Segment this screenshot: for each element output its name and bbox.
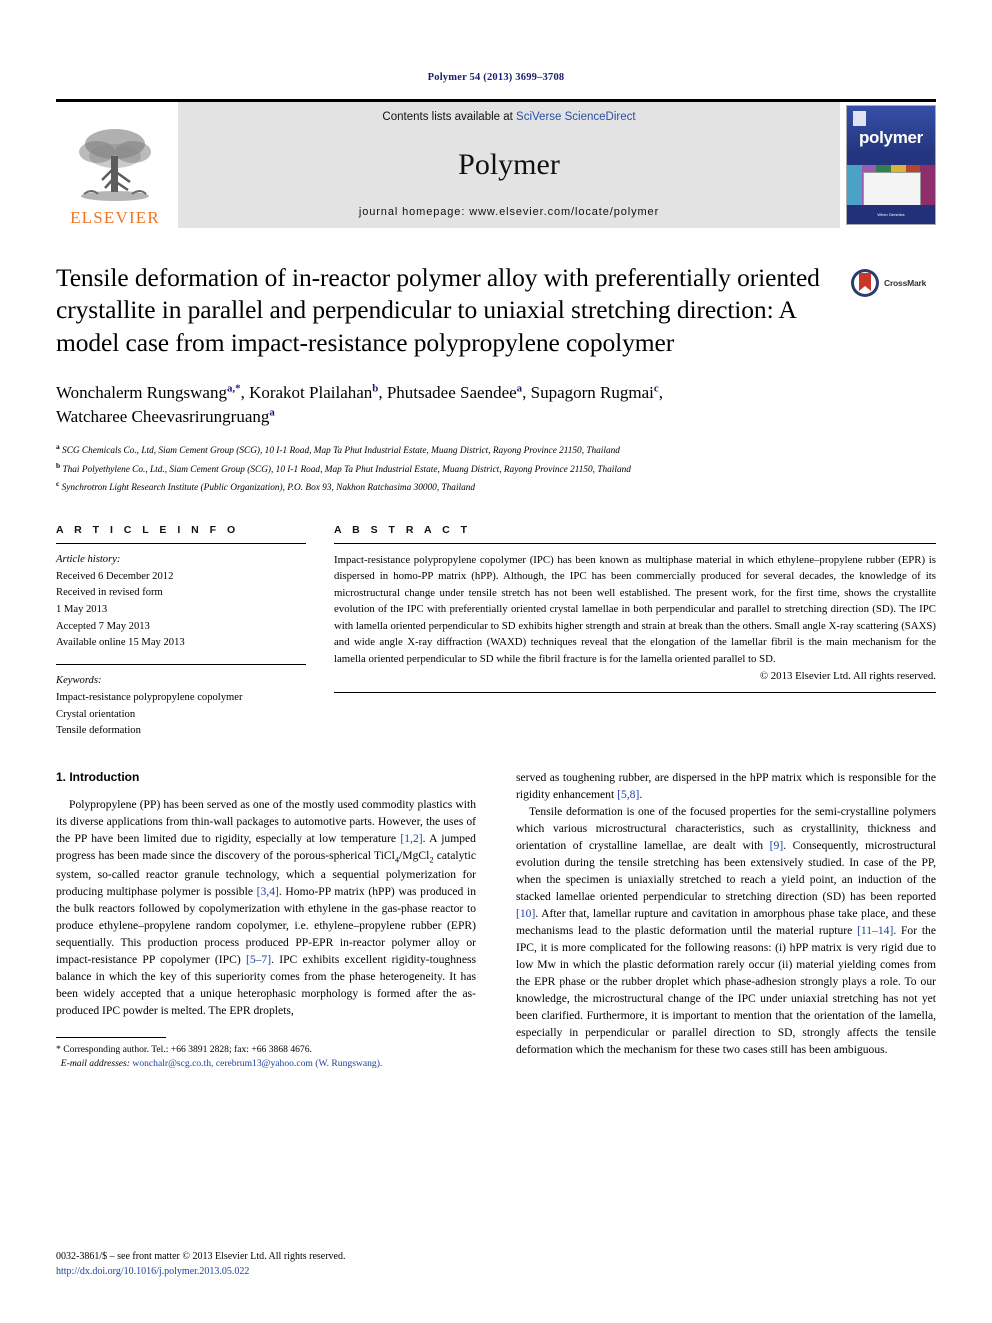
footnote-rule [56, 1036, 166, 1038]
crossmark-badge[interactable]: CrossMark [850, 262, 936, 298]
history-item: 1 May 2013 [56, 604, 108, 615]
author-list: Wonchalerm Rungswanga,*, Korakot Plailah… [56, 381, 936, 429]
page-footer: 0032-3861/$ – see front matter © 2013 El… [56, 1249, 345, 1279]
intro-paragraph-left: Polypropylene (PP) has been served as on… [56, 798, 476, 1017]
article-info-column: A R T I C L E I N F O Article history: R… [56, 524, 306, 740]
affiliation-text: Thai Polyethylene Co., Ltd., Siam Cement… [62, 464, 631, 475]
author-line-1: Wonchalerm Rungswanga,*, Korakot Plailah… [56, 382, 663, 403]
citation-ref[interactable]: [9] [770, 839, 784, 852]
body-column-left: 1. Introduction Polypropylene (PP) has b… [56, 770, 476, 1071]
email-addresses[interactable]: wonchalr@scg.co.th, cerebrum13@yahoo.com… [132, 1058, 382, 1069]
citation-ref[interactable]: [5,8] [617, 788, 639, 801]
keyword-item: Crystal orientation [56, 708, 136, 720]
cover-inset-figure [862, 172, 922, 206]
email-note: E-mail addresses: wonchalr@scg.co.th, ce… [56, 1057, 476, 1071]
journal-title: Polymer [458, 147, 560, 181]
corresponding-author-note: * Corresponding author. Tel.: +66 3891 2… [56, 1043, 312, 1055]
cover-elsevier-icon [853, 111, 866, 126]
citation-ref[interactable]: [3,4] [257, 885, 279, 898]
body-columns: 1. Introduction Polypropylene (PP) has b… [56, 770, 936, 1071]
article-page: Polymer 54 (2013) 3699–3708 ELSEVIER Con… [0, 0, 992, 1323]
history-item: Available online 15 May 2013 [56, 637, 185, 649]
affiliation-list: a SCG Chemicals Co., Ltd, Siam Cement Gr… [56, 441, 936, 495]
affiliation-item: b Thai Polyethylene Co., Ltd., Siam Ceme… [56, 460, 631, 475]
affiliation-item: a SCG Chemicals Co., Ltd, Siam Cement Gr… [56, 442, 620, 457]
elsevier-logo: ELSEVIER [56, 102, 174, 228]
affiliation-text: SCG Chemicals Co., Ltd, Siam Cement Grou… [62, 446, 620, 457]
front-matter-line: 0032-3861/$ – see front matter © 2013 El… [56, 1251, 346, 1262]
abstract-text: Impact-resistance polypropylene copolyme… [334, 553, 936, 665]
contents-available-line: Contents lists available at SciVerse Sci… [382, 111, 635, 123]
body-column-right: served as toughening rubber, are dispers… [516, 770, 936, 1071]
footnote-block: * Corresponding author. Tel.: +66 3891 2… [56, 1043, 476, 1072]
history-item: Received in revised form [56, 587, 163, 599]
running-head: Polymer 54 (2013) 3699–3708 [427, 72, 565, 83]
title-row: Tensile deformation of in-reactor polyme… [56, 262, 936, 359]
journal-homepage-line[interactable]: journal homepage: www.elsevier.com/locat… [359, 206, 659, 218]
keywords-block: Keywords: Impact-resistance polypropylen… [56, 665, 306, 740]
cover-journal-title: polymer [858, 128, 924, 147]
section-heading-introduction: 1. Introduction [56, 770, 140, 785]
journal-cover-thumbnail: polymer When Genetics [846, 105, 936, 225]
citation-ref[interactable]: [1,2] [400, 832, 422, 845]
keywords-label: Keywords: [56, 675, 102, 687]
intro-paragraph-right-2: Tensile deformation is one of the focuse… [516, 805, 937, 1056]
affiliation-text: Synchrotron Light Research Institute (Pu… [61, 482, 476, 493]
elsevier-tree-icon [79, 129, 151, 201]
affiliation-item: c Synchrotron Light Research Institute (… [56, 478, 476, 493]
article-history-block: Article history: Received 6 December 201… [56, 544, 306, 652]
page-title: Tensile deformation of in-reactor polyme… [56, 263, 820, 357]
keyword-item: Tensile deformation [56, 725, 141, 737]
info-abstract-section: A R T I C L E I N F O Article history: R… [56, 524, 936, 740]
author-line-2: Watcharee Cheevasrirungruanga [56, 406, 275, 427]
journal-band: Contents lists available at SciVerse Sci… [178, 102, 840, 228]
abstract-heading: A B S T R A C T [334, 523, 471, 536]
article-info-heading: A R T I C L E I N F O [56, 523, 240, 536]
intro-paragraph-right-cont: served as toughening rubber, are dispers… [516, 771, 936, 802]
abstract-copyright: © 2013 Elsevier Ltd. All rights reserved… [759, 670, 936, 683]
citation-ref[interactable]: [11–14] [857, 924, 893, 937]
cover-footer-band: When Genetics [847, 205, 935, 224]
history-item: Received 6 December 2012 [56, 570, 174, 582]
doi-link[interactable]: http://dx.doi.org/10.1016/j.polymer.2013… [56, 1264, 345, 1279]
history-item: Accepted 7 May 2013 [56, 620, 150, 632]
citation-ref[interactable]: [10] [516, 907, 535, 920]
abstract-column: A B S T R A C T Impact-resistance polypr… [334, 524, 936, 740]
journal-masthead: ELSEVIER Contents lists available at Sci… [56, 99, 936, 228]
email-label: E-mail addresses: [60, 1057, 130, 1069]
keyword-item: Impact-resistance polypropylene copolyme… [56, 691, 243, 703]
article-history-label: Article history: [56, 553, 121, 565]
elsevier-wordmark: ELSEVIER [70, 208, 160, 227]
abstract-bottom-rule [334, 692, 936, 694]
cover-footer-text: When Genetics [877, 212, 905, 218]
contents-prefix: Contents lists available at [382, 111, 517, 123]
citation-ref[interactable]: [5–7] [246, 953, 271, 966]
crossmark-icon [851, 269, 879, 297]
crossmark-label: CrossMark [884, 278, 927, 288]
sciencedirect-link[interactable]: SciVerse ScienceDirect [516, 111, 636, 123]
